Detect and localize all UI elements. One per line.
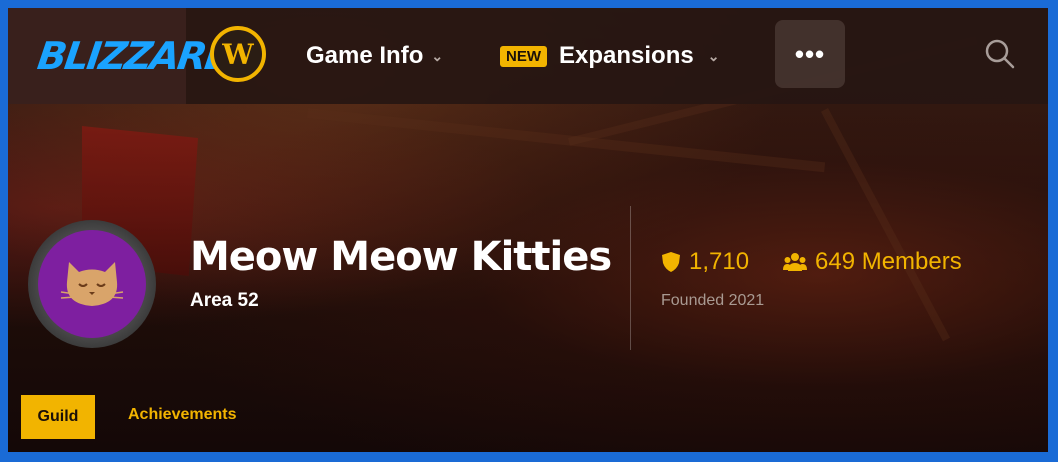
background-beam: [820, 108, 951, 342]
guild-emblem: [28, 220, 156, 348]
shield-icon: [662, 252, 680, 272]
blizzard-logo: BLIZZARD: [34, 34, 238, 78]
member-count-value: 649 Members: [815, 248, 962, 275]
chevron-down-icon: ⌄: [707, 47, 720, 64]
top-navigation-bar: BLIZZARD ⌄ W Game Info ⌄ NEW Expansions …: [8, 8, 1048, 104]
nav-game-info[interactable]: Game Info ⌄: [306, 8, 443, 104]
nav-game-info-label: Game Info: [306, 42, 424, 69]
tab-achievements[interactable]: Achievements: [128, 406, 237, 424]
achievement-points: 1,710: [661, 248, 749, 276]
founded-date: Founded 2021: [661, 292, 765, 309]
more-menu-button[interactable]: •••: [775, 20, 845, 88]
member-count[interactable]: 649 Members: [783, 248, 962, 276]
background-beam: [306, 108, 826, 173]
wow-logo[interactable]: W: [210, 26, 266, 82]
guild-name: Meow Meow Kitties: [190, 234, 612, 280]
cat-icon: [60, 262, 124, 306]
new-badge: NEW: [500, 45, 547, 67]
search-icon: [985, 39, 1015, 69]
achievement-points-value: 1,710: [689, 248, 750, 275]
guild-realm: Area 52: [190, 290, 259, 311]
tab-guild[interactable]: Guild: [21, 395, 95, 439]
page-frame: BLIZZARD ⌄ W Game Info ⌄ NEW Expansions …: [8, 8, 1048, 452]
chevron-down-icon: ⌄: [431, 47, 444, 64]
search-button[interactable]: [984, 38, 1016, 70]
nav-expansions-label: Expansions: [559, 42, 694, 69]
blizzard-menu[interactable]: BLIZZARD ⌄: [8, 8, 256, 104]
guild-emblem-background: [38, 230, 146, 338]
members-icon: [783, 253, 807, 271]
header-divider: [630, 206, 631, 350]
nav-expansions[interactable]: NEW Expansions ⌄: [500, 8, 719, 104]
